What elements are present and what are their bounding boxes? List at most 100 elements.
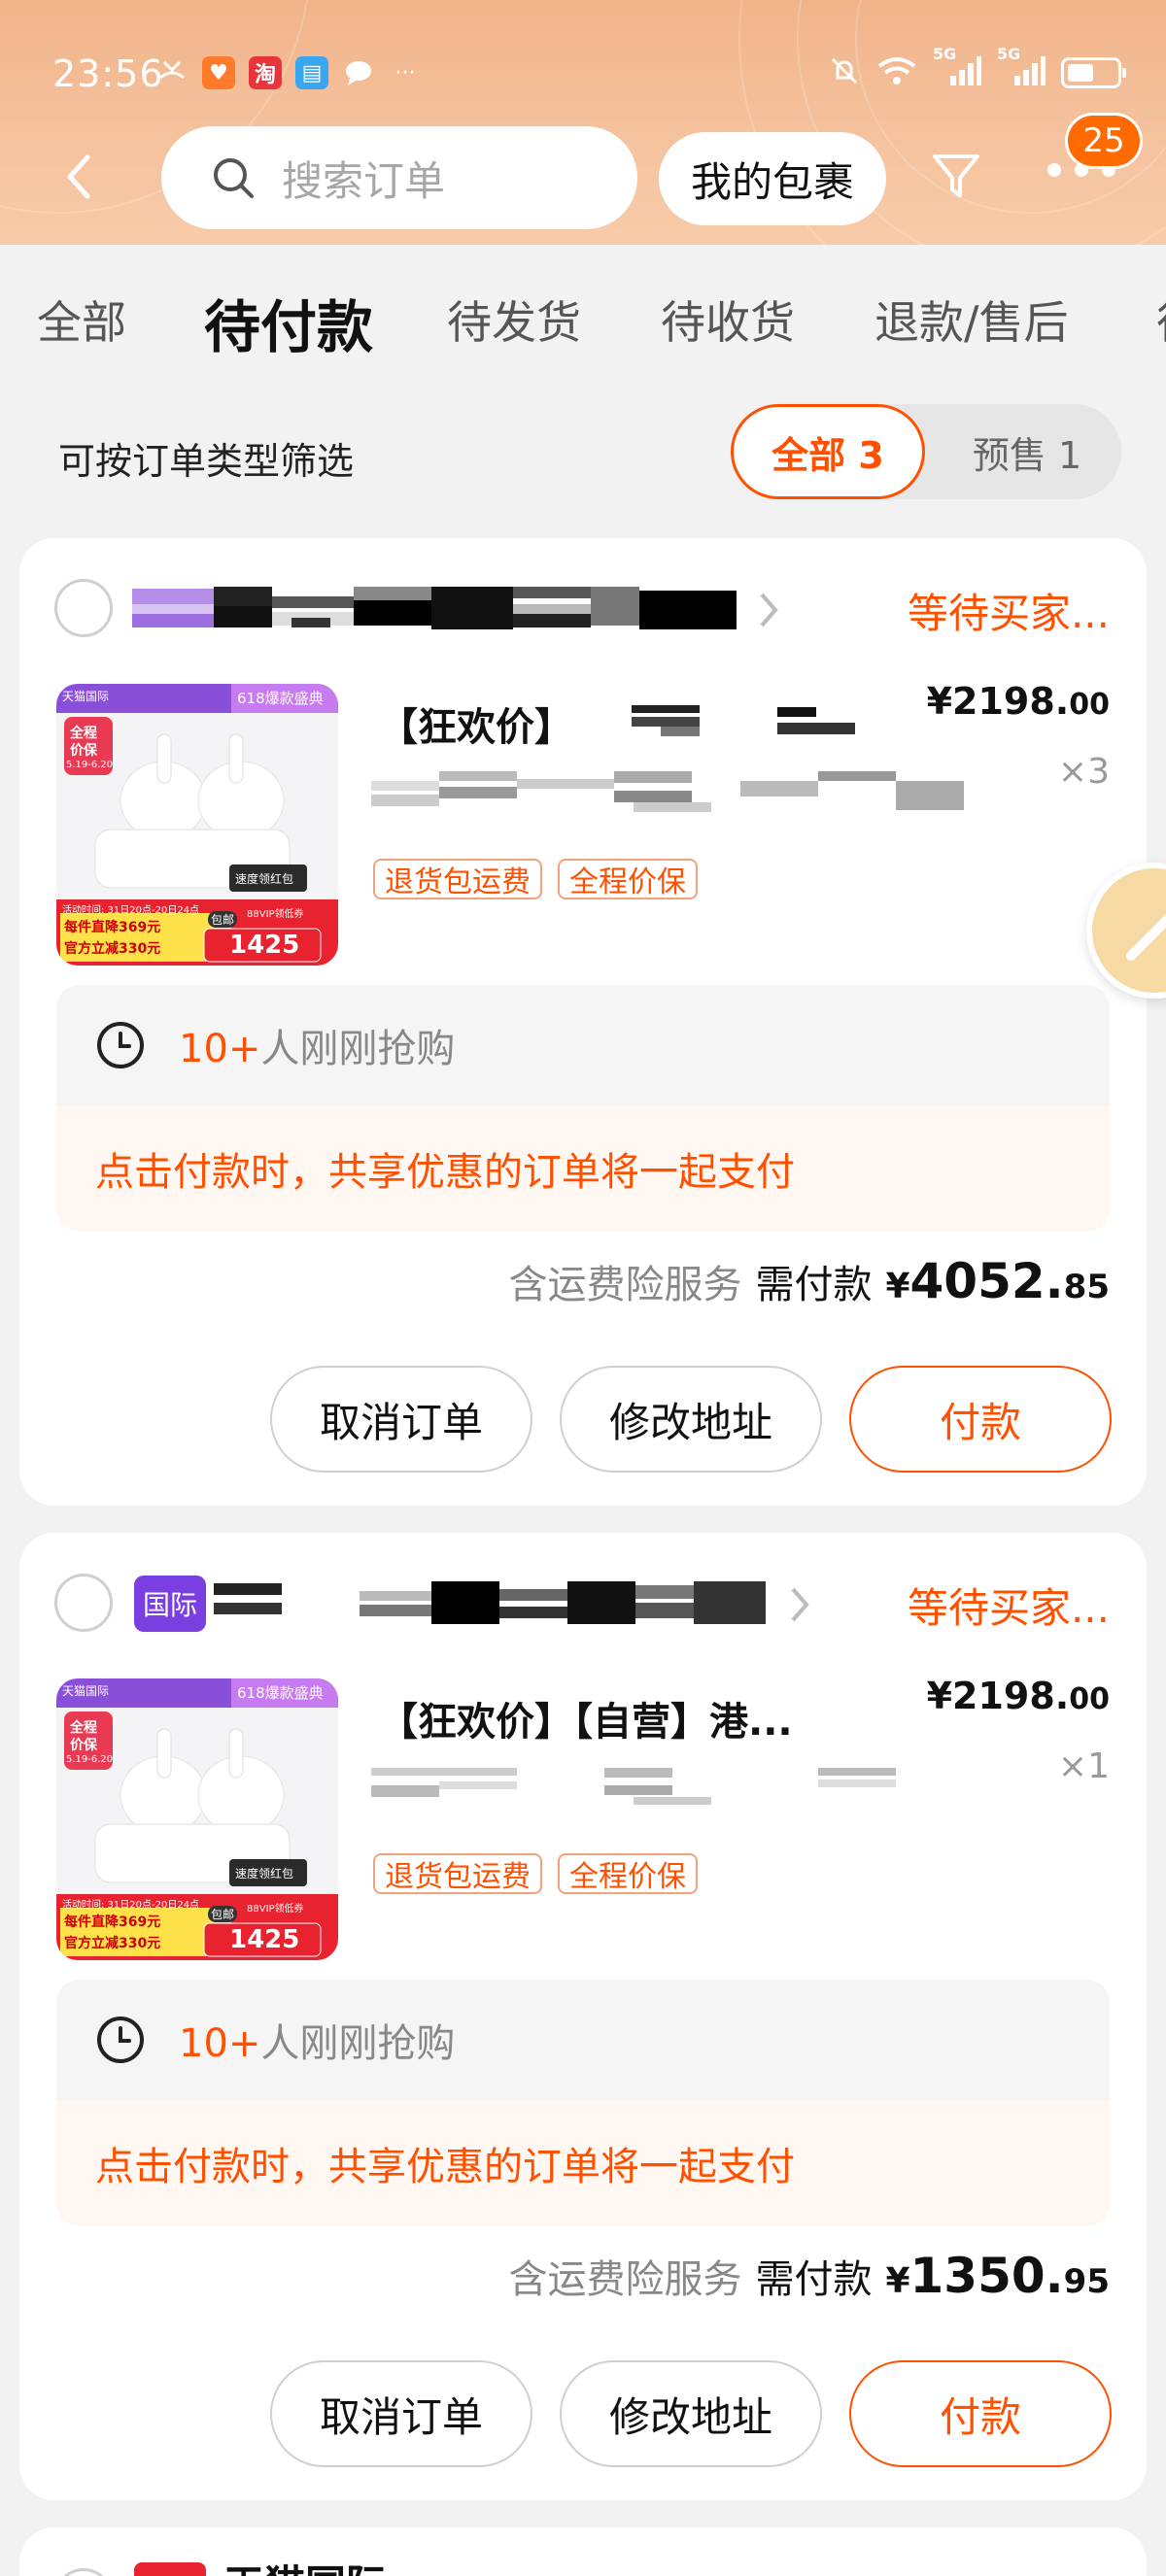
total-dec: 95	[1063, 2262, 1110, 2301]
total-amount: ¥1350.95	[885, 2248, 1110, 2304]
product-thumbnail[interactable]: 天猫国际 618爆款盛典 全程 价保 5.19-6.20 速度领红包 活动时间:…	[56, 1678, 338, 1960]
product-title[interactable]: 【狂欢价】【自营】港...	[379, 1690, 793, 1746]
quantity: ×3	[1057, 752, 1110, 792]
product-spec-redacted	[371, 1762, 964, 1814]
thumb-coupon: 88VIP领低券	[247, 909, 304, 920]
insurance-label: 含运费险服务	[508, 2257, 742, 2302]
thumb-coupon: 88VIP领低券	[247, 1904, 304, 1915]
unit-price-int: ¥2198.	[926, 680, 1070, 723]
wifi-icon	[876, 54, 917, 91]
total-dec: 85	[1063, 1268, 1110, 1306]
order-status: 等待买家...	[907, 590, 1110, 637]
thumb-badge-line2: 价保	[70, 743, 97, 759]
tab-all[interactable]: 全部	[37, 288, 126, 352]
unit-price-int: ¥2198.	[926, 1675, 1070, 1717]
insurance-label: 含运费险服务	[508, 1263, 742, 1307]
unit-price-dec: 00	[1069, 688, 1110, 722]
missed-call-icon	[155, 56, 189, 89]
tab-next-partial[interactable]: 待	[1156, 288, 1166, 352]
search-icon	[214, 158, 254, 198]
status-bar: 23:56 ♥ 淘 ▤ ··· 5G 5G	[0, 0, 1166, 146]
change-address-button[interactable]: 修改地址	[560, 1366, 822, 1473]
tab-refund-aftersale[interactable]: 退款/售后	[874, 288, 1069, 352]
search-input[interactable]: 搜索订单	[161, 126, 637, 229]
quantity: ×1	[1057, 1746, 1110, 1786]
thumb-badge-line2: 价保	[70, 1738, 97, 1753]
need-pay-label: 需付款	[755, 1263, 873, 1307]
chat-bubble-icon	[342, 56, 375, 89]
product-title[interactable]: 【狂欢价】	[379, 695, 573, 752]
book-app-icon: ▤	[295, 56, 328, 89]
clock-icon	[97, 1022, 144, 1068]
thumb-badge-date: 5.19-6.20	[66, 1754, 114, 1765]
thumb-promo-line1: 每件直降369元	[64, 1915, 161, 1930]
battery-icon	[1061, 57, 1126, 88]
floating-assistant-button[interactable]	[1086, 863, 1166, 999]
currency-symbol: ¥	[885, 1267, 910, 1306]
order-total: 含运费险服务 需付款 ¥1350.95	[508, 2248, 1110, 2304]
tab-pending-payment[interactable]: 待付款	[204, 282, 373, 363]
thumb-banner: 618爆款盛典	[237, 1684, 324, 1702]
dot	[1047, 163, 1061, 177]
mute-icon	[828, 54, 861, 91]
thumb-brand: 天猫国际	[62, 1684, 110, 1698]
thumb-banner: 618爆款盛典	[237, 690, 324, 707]
shared-discount-notice: 点击付款时，共享优惠的订单将一起支付	[56, 2100, 1110, 2226]
thumb-badge-line1: 全程	[70, 726, 97, 741]
need-pay-label: 需付款	[755, 2257, 873, 2302]
select-radio[interactable]	[54, 2568, 113, 2576]
shop-logo	[134, 2562, 206, 2576]
thumb-promo-line2: 官方立减330元	[64, 941, 161, 957]
filter-icon[interactable]	[931, 151, 981, 201]
pay-button[interactable]: 付款	[849, 1366, 1112, 1473]
back-button[interactable]	[54, 148, 103, 206]
filter-presale-button[interactable]: 预售 1	[935, 404, 1119, 499]
rush-text: 10+人刚刚抢购	[179, 2012, 455, 2068]
filter-label: 可按订单类型筛选	[58, 440, 355, 483]
order-card: 天猫国际	[19, 2527, 1147, 2576]
tag-price-protection: 全程价保	[558, 859, 698, 899]
rush-label: 人刚刚抢购	[260, 1027, 456, 1071]
thumb-promo-line1: 每件直降369元	[64, 920, 161, 935]
thumb-free-ship: 包邮	[208, 1906, 238, 1922]
thumb-price: 1425	[229, 1925, 300, 1954]
status-time: 23:56	[52, 52, 164, 95]
thumb-promo-time: 活动时间: 31日20点-20日24点	[62, 905, 200, 916]
5g-signal-icon: 5G	[997, 45, 1046, 91]
order-card: 等待买家... 天猫国际 618爆款盛典 全程 价保 5.19-6.20 速度领…	[19, 538, 1147, 1506]
signal-label: 5G	[933, 45, 957, 63]
5g-signal-icon: 5G	[933, 45, 981, 91]
shop-name[interactable]: 天猫国际	[223, 2553, 387, 2576]
tag-free-return: 退货包运费	[373, 1853, 542, 1894]
tag-free-return: 退货包运费	[373, 859, 542, 899]
shop-name-redacted[interactable]	[132, 583, 803, 637]
filter-all-button[interactable]: 全部 3	[731, 404, 925, 499]
rush-count: 10+	[179, 2021, 261, 2066]
shared-discount-notice: 点击付款时，共享优惠的订单将一起支付	[56, 1105, 1110, 1232]
rush-count: 10+	[179, 1027, 261, 1071]
product-spec-redacted	[371, 767, 964, 820]
thumb-free-ship: 包邮	[208, 911, 238, 928]
product-title-redacted	[632, 703, 865, 746]
shop-name-redacted[interactable]	[214, 1577, 816, 1632]
my-packages-button[interactable]: 我的包裹	[659, 132, 886, 225]
unit-price-dec: 00	[1069, 1682, 1110, 1716]
message-count-badge: 25	[1065, 113, 1143, 169]
pay-button[interactable]: 付款	[849, 2360, 1112, 2467]
taobao-app-icon: 淘	[249, 56, 282, 89]
signal-label: 5G	[997, 45, 1021, 63]
total-int: 1350.	[909, 2248, 1064, 2304]
select-radio[interactable]	[54, 579, 113, 637]
cancel-order-button[interactable]: 取消订单	[270, 1366, 532, 1473]
tab-pending-receipt[interactable]: 待收货	[661, 288, 795, 352]
thumb-red-packet: 速度领红包	[235, 1867, 294, 1881]
tag-price-protection: 全程价保	[558, 1853, 698, 1894]
total-amount: ¥4052.85	[885, 1253, 1110, 1309]
select-radio[interactable]	[54, 1574, 113, 1632]
cancel-order-button[interactable]: 取消订单	[270, 2360, 532, 2467]
product-thumbnail[interactable]: 天猫国际 618爆款盛典 全程 价保 5.19-6.20 速度领红包 活动时间:…	[56, 684, 338, 966]
pen-icon	[1126, 913, 1166, 961]
chevron-left-icon	[67, 154, 90, 199]
tab-pending-shipment[interactable]: 待发货	[447, 288, 581, 352]
change-address-button[interactable]: 修改地址	[560, 2360, 822, 2467]
